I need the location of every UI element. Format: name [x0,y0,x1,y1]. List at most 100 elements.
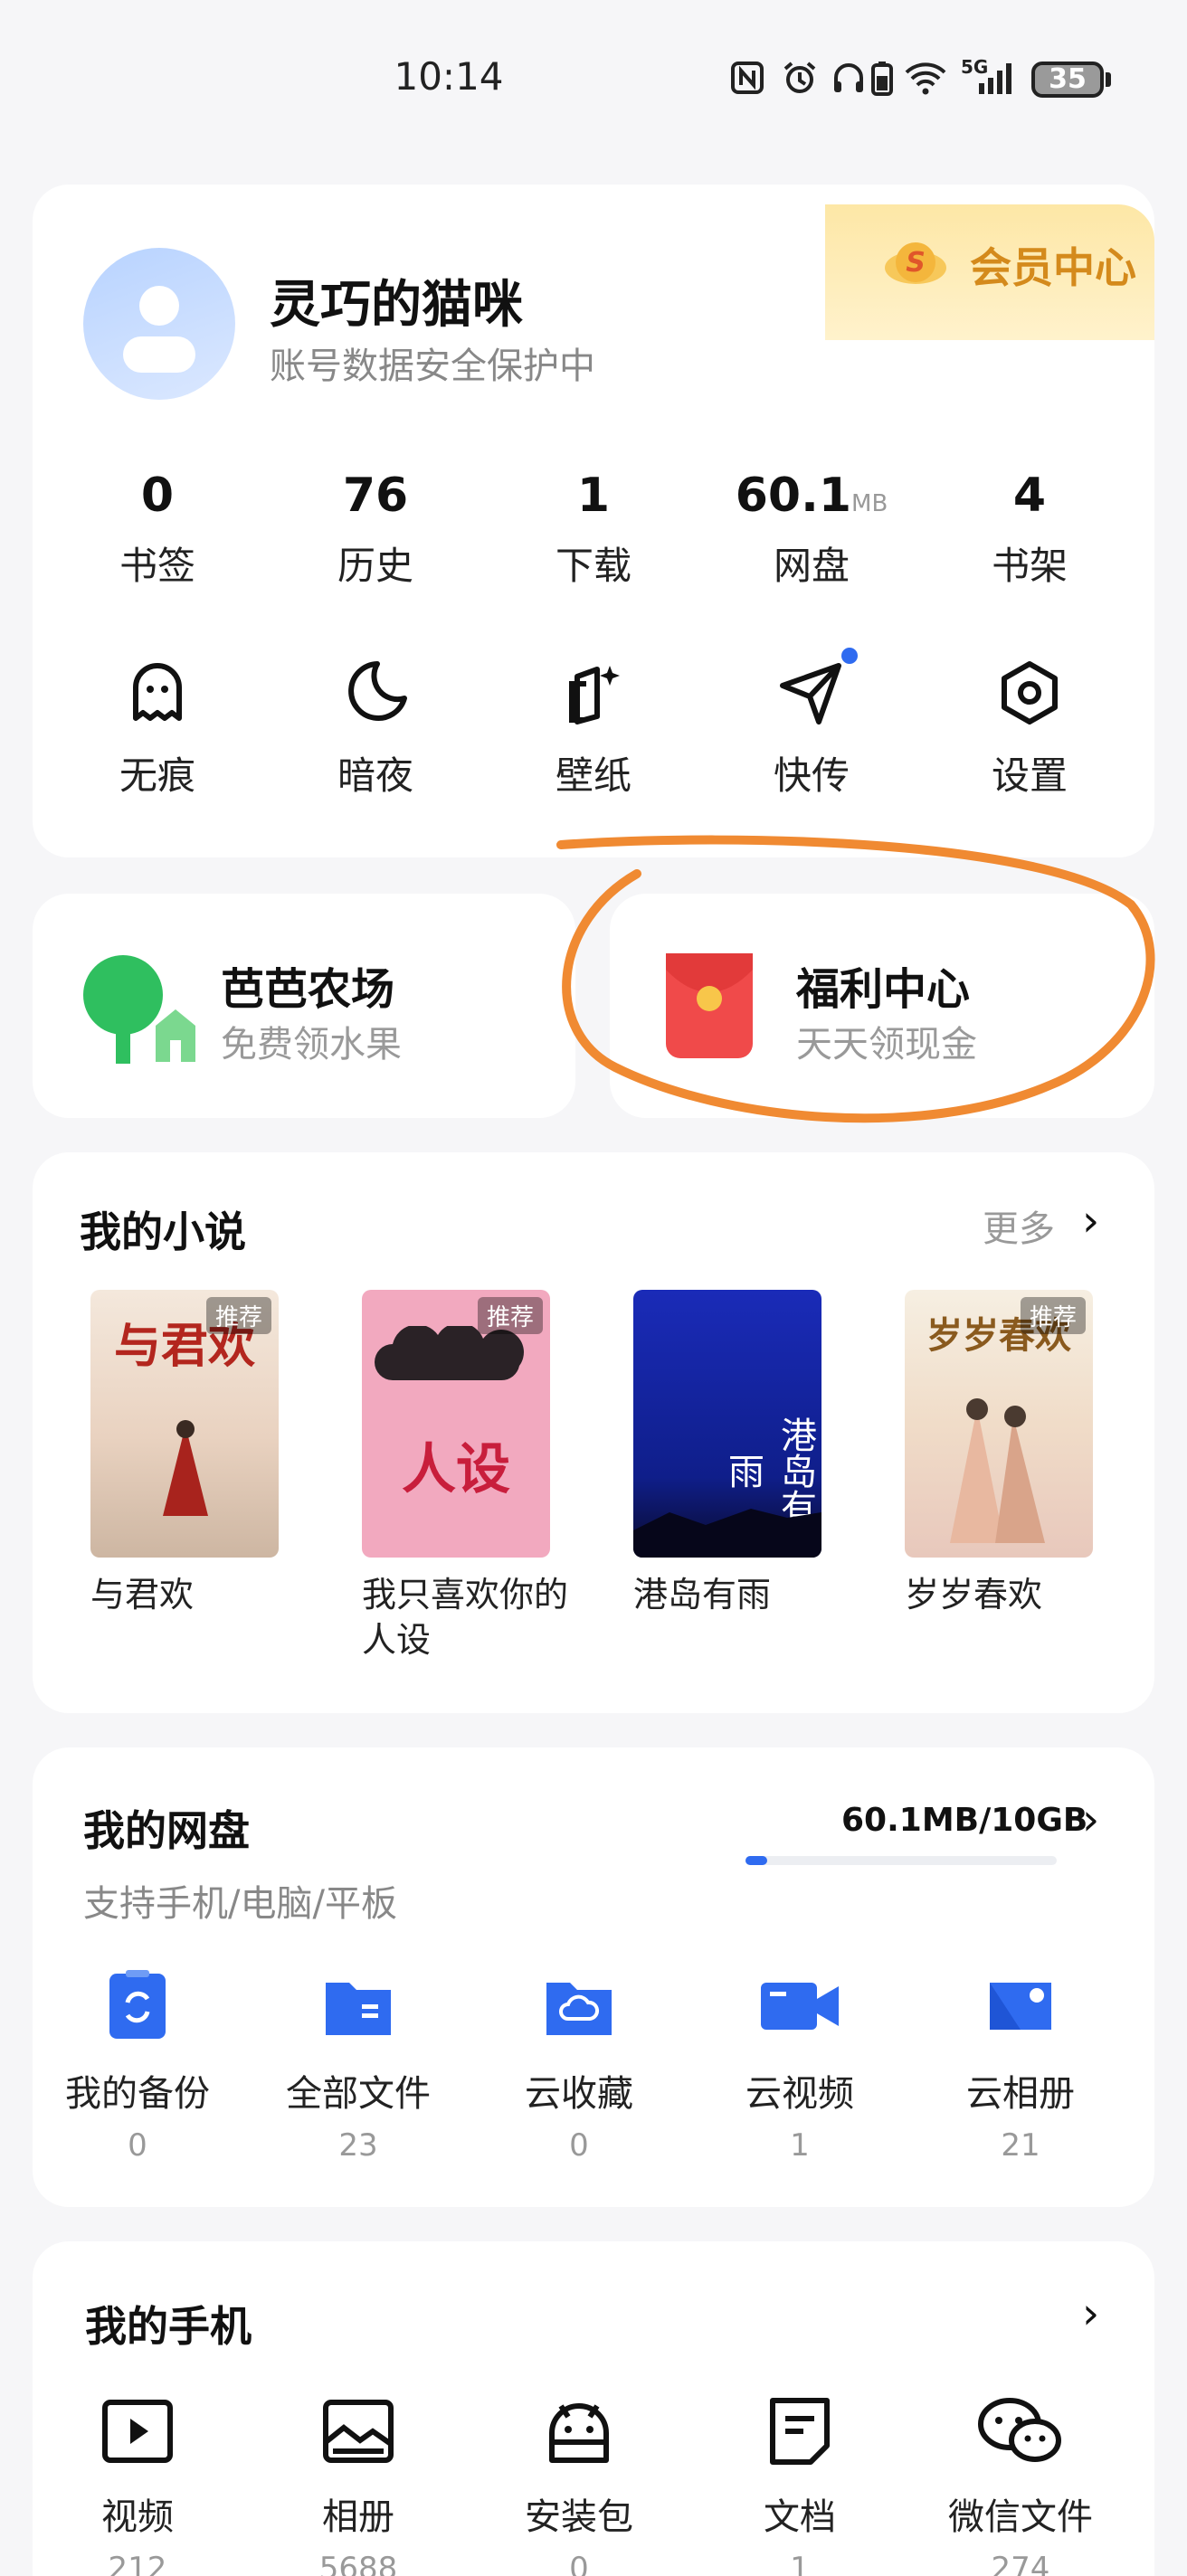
cloud-item-backup[interactable]: 我的备份 0 [29,1970,246,2164]
vip-coin-icon: S [885,242,946,284]
stat-value: 4 [1012,469,1047,523]
item-count: 0 [569,2127,589,2164]
book-title[interactable]: 岁岁春欢 [905,1572,1122,1617]
tool-label: 设置 [991,753,1068,798]
stat-downloads[interactable]: 1 下载 [503,469,684,591]
item-label: 我的备份 [65,2073,210,2115]
book-cover[interactable]: 岁岁春欢 推荐 [905,1290,1093,1558]
vip-center-label[interactable]: 会员中心 [970,235,1136,295]
folder-icon [326,1983,391,2035]
chevron-right-icon[interactable]: › [1082,1196,1099,1246]
svg-text:S: S [906,247,926,279]
stat-bookshelf[interactable]: 4 书架 [939,469,1120,591]
cloud-item-favorites[interactable]: 云收藏 0 [470,1970,688,2164]
moon-icon [348,661,407,721]
battery-indicator: 35 [1031,62,1104,98]
book-cover[interactable]: 港岛有雨 [633,1290,821,1558]
item-label: 视频 [101,2496,174,2538]
signal-icon [979,63,1011,94]
username[interactable]: 灵巧的猫咪 [270,264,523,337]
tool-wallpaper[interactable]: 壁纸 [503,658,684,800]
recommend-badge: 推荐 [1020,1297,1086,1334]
cloud-subtitle: 支持手机/电脑/平板 [83,1883,397,1925]
storage-progress-fill [745,1856,767,1865]
image-icon [323,2400,394,2463]
phone-item-documents[interactable]: 文档 1 [691,2397,908,2576]
cover-title: 人设 [402,1438,510,1501]
alarm-icon [783,62,816,93]
novels-title: 我的小说 [80,1208,246,1256]
storage-progress-track [745,1856,1057,1865]
phone-item-photos[interactable]: 相册 5688 [250,2397,467,2576]
stat-unit: MB [851,490,888,517]
cloud-item-album[interactable]: 云相册 21 [912,1970,1129,2164]
item-label: 安装包 [525,2496,633,2538]
item-count: 274 [991,2551,1050,2576]
tool-label: 暗夜 [337,753,413,798]
stat-value: 60.1MB [721,469,902,523]
tool-label: 快传 [773,753,850,798]
skyline-illustration [633,1509,821,1558]
item-count: 21 [1001,2127,1040,2164]
paper-plane-icon [780,663,841,724]
account-security-status: 账号数据安全保护中 [270,346,595,387]
farm-subtitle: 免费领水果 [221,1024,402,1065]
android-package-icon [549,2403,609,2463]
nfc-icon [731,62,764,94]
cloud-illustration [375,1326,524,1381]
chevron-right-icon[interactable]: › [1082,2288,1099,2339]
phone-item-wechat-files[interactable]: 微信文件 274 [912,2397,1129,2576]
item-count: 5688 [318,2551,398,2576]
item-count: 23 [338,2127,378,2164]
avatar[interactable] [83,248,235,400]
photo-album-icon [990,1983,1051,2030]
cloud-item-all-files[interactable]: 全部文件 23 [250,1970,467,2164]
item-count: 1 [790,2127,810,2164]
figure-illustration [163,1420,208,1516]
book-cover[interactable]: 人设 推荐 [362,1290,550,1558]
video-camera-icon [761,1983,839,2030]
stat-bookmarks[interactable]: 0 书签 [67,469,248,591]
headphones-icon [834,63,863,92]
stat-label: 历史 [337,544,413,588]
user-silhouette-icon [123,286,195,373]
book-cover[interactable]: 与君欢 推荐 [90,1290,279,1558]
tool-quick-transfer[interactable]: 快传 [721,658,902,800]
tool-settings[interactable]: 设置 [939,658,1120,800]
tool-label: 壁纸 [555,753,631,798]
stat-value: 1 [576,469,611,523]
tool-incognito[interactable]: 无痕 [67,658,248,800]
gear-icon [1002,661,1058,724]
item-label: 云视频 [745,2073,854,2115]
stat-label: 书架 [991,544,1068,588]
phone-item-video[interactable]: 视频 212 [29,2397,246,2576]
novels-more-link[interactable]: 更多 [983,1199,1055,1252]
stat-value: 76 [342,469,409,523]
phone-item-apk[interactable]: 安装包 0 [470,2397,688,2576]
item-label: 相册 [322,2496,394,2538]
device-battery-icon [871,62,893,96]
item-count: 212 [108,2551,167,2576]
item-count: 0 [569,2551,589,2576]
book-title[interactable]: 与君欢 [90,1572,308,1617]
stat-cloud-drive[interactable]: 60.1MB 网盘 [721,469,902,591]
stat-label: 下载 [555,544,631,588]
battery-tip [1106,72,1111,87]
book-title[interactable]: 我只喜欢你的人设 [362,1572,579,1662]
item-label: 云收藏 [525,2073,633,2115]
item-count: 0 [128,2127,147,2164]
cloud-item-video[interactable]: 云视频 1 [691,1970,908,2164]
farm-title: 芭芭农场 [221,964,395,1015]
stat-history[interactable]: 76 历史 [285,469,466,591]
ghost-icon [133,663,182,721]
video-play-icon [102,2400,173,2463]
chevron-right-icon[interactable]: › [1082,1795,1099,1845]
tool-night-mode[interactable]: 暗夜 [285,658,466,800]
cloud-folder-icon [546,1983,612,2035]
recommend-badge: 推荐 [205,1297,271,1334]
stat-label: 网盘 [773,544,850,588]
book-title[interactable]: 港岛有雨 [633,1572,850,1617]
stat-value-number: 60.1 [735,469,852,523]
backup-icon [109,1970,166,2039]
tree-icon [83,955,195,1064]
